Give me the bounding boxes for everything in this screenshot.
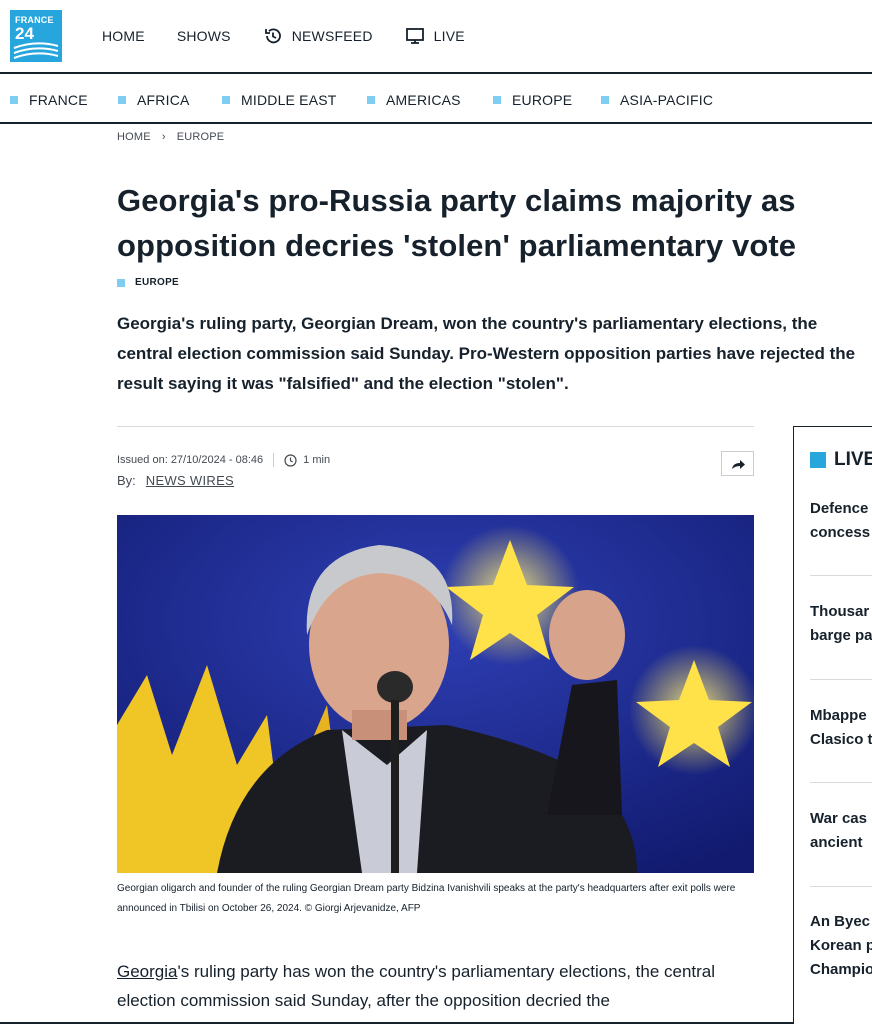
live-sidebar: LIVE Defence concess Thousar barge pa Mb… — [793, 426, 872, 1024]
live-header[interactable]: LIVE — [810, 449, 872, 471]
section-europe[interactable]: EUROPE — [493, 92, 572, 108]
share-button[interactable] — [721, 451, 754, 476]
article-title: Georgia's pro-Russia party claims majori… — [117, 183, 797, 263]
breadcrumb-chevron-icon: › — [161, 131, 166, 143]
tv-icon — [405, 28, 424, 44]
divider — [117, 426, 754, 427]
live-entry-line: Defence — [810, 500, 869, 517]
clock-icon — [284, 453, 297, 467]
live-separator — [810, 782, 872, 783]
article-body: Georgia's ruling party has won the count… — [117, 957, 757, 1015]
photo-illustration — [117, 515, 754, 873]
logo-text-24: 24 — [15, 24, 34, 43]
top-header: FRANCE 24 HOME SHOWS NEWSFEED LIVE — [0, 0, 872, 74]
live-entry[interactable]: Defence concess — [810, 497, 872, 545]
body-text: 's ruling party has won the country's pa… — [117, 962, 716, 1010]
top-nav: HOME SHOWS NEWSFEED LIVE — [102, 26, 497, 46]
section-bullet — [493, 96, 501, 104]
section-label: FRANCE — [29, 92, 88, 108]
tag-label: EUROPE — [135, 277, 180, 288]
author-link[interactable]: NEWS WIRES — [146, 473, 234, 488]
section-label: ASIA-PACIFIC — [620, 92, 714, 108]
live-entry-line: Thousar — [810, 603, 870, 620]
live-entry-line: barge pa — [810, 627, 872, 644]
live-entry-line: concess — [810, 524, 871, 541]
live-entry-line: War cas — [810, 810, 867, 827]
nav-home[interactable]: HOME — [102, 28, 145, 44]
live-header-label: LIVE — [834, 449, 872, 470]
section-france[interactable]: FRANCE — [10, 92, 88, 108]
meta-separator — [273, 453, 275, 467]
section-label: AFRICA — [137, 92, 190, 108]
share-arrow-icon — [731, 459, 745, 469]
section-bullet — [10, 96, 18, 104]
article-tag[interactable]: EUROPE — [117, 277, 179, 288]
section-label: MIDDLE EAST — [241, 92, 337, 108]
section-asia-pacific[interactable]: ASIA-PACIFIC — [601, 92, 713, 108]
live-entry-line: Clasico t — [810, 731, 872, 748]
live-entry[interactable]: Thousar barge pa — [810, 600, 872, 648]
live-entry-line: An Byec — [810, 913, 871, 930]
live-square-icon — [810, 452, 826, 468]
nav-newsfeed-label: NEWSFEED — [291, 28, 373, 44]
nav-newsfeed[interactable]: NEWSFEED — [263, 26, 373, 46]
breadcrumb-europe[interactable]: EUROPE — [177, 131, 225, 143]
article-lead: Georgia's ruling party, Georgian Dream, … — [117, 314, 856, 393]
live-entry[interactable]: Mbappe Clasico t — [810, 704, 872, 752]
issued-date: Issued on: 27/10/2024 - 08:46 — [117, 454, 264, 466]
live-separator — [810, 679, 872, 680]
live-entry[interactable]: An Byec Korean p Champio — [810, 910, 872, 982]
section-bullet — [367, 96, 375, 104]
body-link-georgia[interactable]: Georgia — [117, 962, 177, 981]
live-entry-line: ancient — [810, 834, 863, 851]
byline-label: By: — [117, 473, 136, 488]
read-time: 1 min — [303, 454, 331, 466]
live-entry[interactable]: War cas ancient — [810, 807, 872, 855]
history-icon — [264, 28, 281, 44]
nav-shows[interactable]: SHOWS — [177, 28, 231, 44]
breadcrumb-home[interactable]: HOME — [117, 131, 151, 143]
breadcrumb: HOME › EUROPE — [117, 131, 224, 143]
article-photo — [117, 515, 754, 873]
live-separator — [810, 886, 872, 887]
live-entry-line: Champio — [810, 961, 872, 978]
live-entry-line: Korean p — [810, 937, 872, 954]
france24-logo[interactable]: FRANCE 24 — [10, 10, 62, 62]
nav-live[interactable]: LIVE — [405, 27, 465, 45]
article-meta: Issued on: 27/10/2024 - 08:46 1 min — [117, 453, 330, 467]
section-bullet — [601, 96, 609, 104]
byline: By: NEWS WIRES — [117, 473, 234, 488]
tag-bullet — [117, 278, 125, 287]
live-entry-line: Mbappe — [810, 707, 867, 724]
section-middle-east[interactable]: MIDDLE EAST — [222, 92, 337, 108]
section-label: EUROPE — [512, 92, 573, 108]
section-bullet — [222, 96, 230, 104]
live-separator — [810, 575, 872, 576]
section-bullet — [118, 96, 126, 104]
section-americas[interactable]: AMERICAS — [367, 92, 461, 108]
section-label: AMERICAS — [386, 92, 461, 108]
photo-caption: Georgian oligarch and founder of the rul… — [117, 883, 736, 914]
section-africa[interactable]: AFRICA — [118, 92, 190, 108]
section-nav: FRANCE AFRICA MIDDLE EAST AMERICAS EUROP… — [0, 76, 872, 124]
nav-live-label: LIVE — [433, 28, 465, 44]
